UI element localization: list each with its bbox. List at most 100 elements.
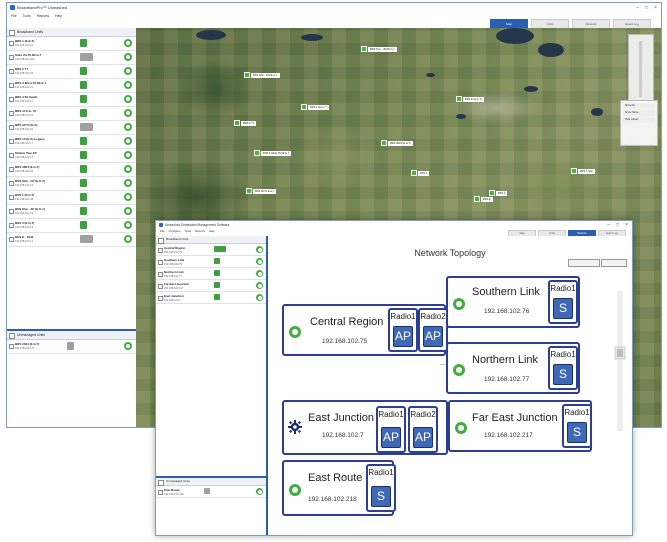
menu-help[interactable]: Help <box>209 229 215 233</box>
list-item[interactable]: Southern Link 192.168.102.76 <box>156 256 266 268</box>
minimize-button[interactable]: – <box>636 5 639 11</box>
menu-configure[interactable]: Configure <box>169 229 181 233</box>
radio-box[interactable]: Radio1 AP <box>388 308 418 352</box>
list-item[interactable]: BRS 10 (E.G) Legacy 192.168.102.17 <box>7 135 136 149</box>
menu-file[interactable]: File <box>160 229 165 233</box>
radio-mode-button[interactable]: AP <box>393 326 413 347</box>
unit-checkbox[interactable] <box>9 237 14 242</box>
topology-node[interactable]: Far East Junction 192.168.102.217 Radio1 S <box>448 400 592 452</box>
radio-mode-button[interactable]: AP <box>413 427 433 448</box>
maximize-button[interactable]: □ <box>645 5 648 11</box>
unmanaged-select-checkbox[interactable] <box>9 333 15 339</box>
radio-mode-button[interactable]: AP <box>423 326 443 347</box>
list-item[interactable]: BRS 3824 (E.G.7) 192.168.102.22 <box>7 163 136 177</box>
unit-checkbox[interactable] <box>9 344 14 349</box>
list-item[interactable]: Northern Link 192.168.102.77 <box>156 268 266 280</box>
topology-node[interactable]: Northern Link 192.168.102.77 Radio1 S <box>446 342 580 394</box>
unit-checkbox[interactable] <box>9 223 14 228</box>
list-item[interactable]: BRS 2 77 192.168.102.23 <box>7 65 136 79</box>
unit-checkbox[interactable] <box>158 272 163 277</box>
topology-node[interactable]: East Junction 192.168.102.7 Radio1 AP Radio2… <box>282 400 448 455</box>
map-option[interactable]: Hide Labels <box>623 117 655 123</box>
unit-checkbox[interactable] <box>9 41 14 46</box>
maximize-button[interactable]: □ <box>616 222 619 228</box>
list-item[interactable]: BSS Stat - AP (E.G.7) 192.168.102.19 <box>7 205 136 219</box>
radio-mode-button[interactable]: S <box>553 298 573 319</box>
topology-node[interactable]: Central Region 192.168.102.75 Radio1 AP Radi… <box>282 304 448 356</box>
radio-mode-button[interactable]: S <box>553 364 573 385</box>
map-pin[interactable]: BSS Stat - 45.0E.G.7 <box>244 72 280 78</box>
layout-dropdown[interactable] <box>568 259 600 267</box>
radio-box[interactable]: Radio2 AP <box>408 406 438 453</box>
unit-checkbox[interactable] <box>158 490 163 495</box>
unit-checkbox[interactable] <box>9 139 14 144</box>
radio-box[interactable]: Radio1 S <box>366 464 396 512</box>
radio-mode-button[interactable]: S <box>567 422 587 443</box>
unit-checkbox[interactable] <box>158 260 163 265</box>
zoom-dropdown[interactable] <box>601 259 627 267</box>
list-item[interactable]: Far East Junction 192.168.102.217 <box>156 280 266 292</box>
map-pin[interactable]: BRS 3824 (E.G.7) <box>381 140 413 146</box>
list-item[interactable]: BSS E - 1040 192.168.102.14 <box>7 233 136 247</box>
list-item[interactable]: East Route 192.168.102.218 <box>156 486 266 498</box>
menu-tools[interactable]: Tools <box>185 229 192 233</box>
topology-canvas[interactable]: Network Topology Central Region 192.168.1… <box>268 236 632 535</box>
map-option[interactable]: Show Name <box>623 110 655 116</box>
zoom-slider[interactable] <box>628 34 654 104</box>
map-pin[interactable]: BSS 1 <box>411 170 430 176</box>
unit-checkbox[interactable] <box>9 209 14 214</box>
list-item[interactable]: BSS Stat - CP (E.G.7) 192.168.102.16 <box>7 177 136 191</box>
list-item[interactable]: Station Two AP 192.168.102.17 <box>7 149 136 163</box>
list-item[interactable]: BSS 1 (E.G.7) 192.168.102.38 <box>7 191 136 205</box>
map-pin[interactable]: BRS 1 Stat <box>571 168 595 174</box>
close-button[interactable]: × <box>654 5 657 11</box>
unit-checkbox[interactable] <box>9 111 14 116</box>
list-item[interactable]: BSS 3 (E.G.7) 192.168.102.13 <box>7 219 136 233</box>
map-pin[interactable]: BRS 3 77 <box>234 120 257 126</box>
minimize-button[interactable]: – <box>607 222 610 228</box>
unit-checkbox[interactable] <box>9 195 14 200</box>
select-all-checkbox[interactable] <box>9 30 15 36</box>
radio-box[interactable]: Radio1 S <box>548 280 578 324</box>
radio-mode-button[interactable]: AP <box>381 427 401 448</box>
list-item[interactable]: East Junction 192.168.102.7 <box>156 292 266 304</box>
topology-node[interactable]: East Route 192.168.102.218 Radio1 S <box>282 460 396 516</box>
list-item[interactable]: BRS 11 E.G. 37 192.168.102.10 <box>7 107 136 121</box>
radio-mode-button[interactable]: S <box>371 486 391 507</box>
unit-checkbox[interactable] <box>9 55 14 60</box>
zoom-track[interactable] <box>639 41 642 97</box>
unit-checkbox[interactable] <box>158 248 163 253</box>
menu-reports[interactable]: Reports <box>195 229 205 233</box>
list-item[interactable]: BRS 3 West 45.0E.G.7 192.168.102.21 <box>7 79 136 93</box>
map-pin[interactable]: BSS AP74 E.G.7 <box>246 188 277 194</box>
map-pin[interactable]: BRS Twn - 45.0E.G.7 <box>361 46 397 52</box>
menu-tools[interactable]: Tools <box>23 14 31 18</box>
topology-node[interactable]: Southern Link 192.168.102.76 Radio1 S <box>446 276 580 328</box>
close-button[interactable]: × <box>625 222 628 228</box>
menu-reports[interactable]: Reports <box>37 14 49 18</box>
list-item[interactable]: BRS 1 (E.G.7) 192.168.102.10 <box>7 37 136 51</box>
unit-checkbox[interactable] <box>9 125 14 130</box>
unit-checkbox[interactable] <box>9 153 14 158</box>
unit-checkbox[interactable] <box>158 284 163 289</box>
vertical-scroll-control[interactable] <box>614 291 626 431</box>
unit-checkbox[interactable] <box>9 167 14 172</box>
unit-checkbox[interactable] <box>9 83 14 88</box>
radio-box[interactable]: Radio1 S <box>562 404 592 448</box>
list-item[interactable]: BRS 2024 (E.G.7) 192.168.102.127 <box>7 340 136 354</box>
unit-checkbox[interactable] <box>9 69 14 74</box>
unit-checkbox[interactable] <box>9 97 14 102</box>
map-pin[interactable]: BRS 2 (E.G.7) <box>301 104 329 110</box>
list-item[interactable]: BRS AP74 (E.G) 192.168.102.22 <box>7 121 136 135</box>
unit-checkbox[interactable] <box>158 296 163 301</box>
list-item[interactable]: BRS 4 36 South 192.168.102.11 <box>7 93 136 107</box>
map-pin[interactable]: BRS E <box>474 196 493 202</box>
unit-checkbox[interactable] <box>9 181 14 186</box>
list-item[interactable]: Central Region 192.168.102.75 <box>156 244 266 256</box>
map-pin[interactable]: BRS E (E.G.7) <box>456 96 484 102</box>
map-option[interactable]: Show All <box>623 103 655 109</box>
radio-box[interactable]: Radio1 S <box>548 346 578 390</box>
radio-box[interactable]: Radio1 AP <box>376 406 406 453</box>
menu-help[interactable]: Help <box>55 14 62 18</box>
list-item[interactable]: Sites 2H 45.0E.G.7 192.168.102.200 <box>7 51 136 65</box>
